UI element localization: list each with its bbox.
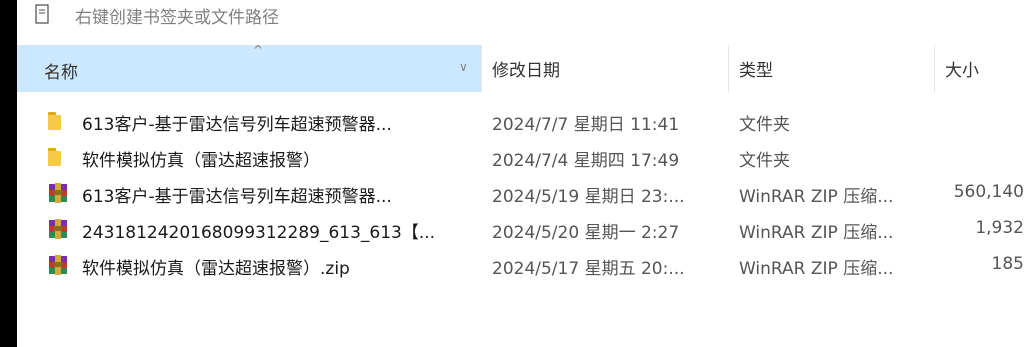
file-name: 软件模拟仿真（雷达超速报警） [82, 151, 320, 171]
file-date: 2024/7/7 星期日 11:41 [492, 115, 680, 135]
file-row[interactable]: 软件模拟仿真（雷达超速报警）.zip 2024/5/17 星期五 20:... … [17, 248, 1024, 284]
file-row[interactable]: 613客户-基于雷达信号列车超速预警器... 2024/5/19 星期日 23:… [17, 176, 1024, 212]
file-type: WinRAR ZIP 压缩... [739, 223, 894, 243]
bookmark-hint-text: 右键创建书签夹或文件路径 [75, 8, 279, 28]
file-name: 613客户-基于雷达信号列车超速预警器... [82, 115, 392, 135]
file-date: 2024/7/4 星期四 17:49 [492, 151, 680, 171]
column-divider[interactable] [481, 45, 482, 92]
file-name: 24318124201680993122‌89_613_613【... [82, 223, 436, 243]
winrar-archive-icon [47, 218, 67, 240]
left-edge-strip [0, 0, 17, 347]
column-divider[interactable] [728, 45, 729, 92]
bookmark-bar[interactable]: 右键创建书签夹或文件路径 [17, 0, 1024, 34]
chevron-down-icon[interactable]: ∨ [459, 60, 468, 74]
file-name: 613客户-基于雷达信号列车超速预警器... [82, 187, 392, 207]
column-divider[interactable] [934, 45, 935, 92]
column-header-row: 名称 ^ ∨ 修改日期 类型 大小 [17, 43, 1024, 92]
sort-ascending-icon: ^ [253, 43, 264, 57]
file-name: 软件模拟仿真（雷达超速报警）.zip [82, 259, 350, 279]
file-date: 2024/5/19 星期日 23:... [492, 187, 685, 207]
file-row[interactable]: 613客户-基于雷达信号列车超速预警器... 2024/7/7 星期日 11:4… [17, 104, 1024, 140]
column-header-date[interactable]: 修改日期 [492, 45, 560, 92]
file-size: 185 [991, 254, 1024, 274]
file-explorer-window: 右键创建书签夹或文件路径 名称 ^ ∨ 修改日期 类型 大小 613客户-基于雷… [0, 0, 1024, 347]
column-header-name-label: 名称 [44, 63, 78, 83]
column-header-type-label: 类型 [739, 61, 773, 81]
column-header-size[interactable]: 大小 [945, 45, 979, 92]
bookmark-icon[interactable] [35, 4, 49, 24]
file-date: 2024/5/17 星期五 20:... [492, 259, 685, 279]
file-size: 1,932 [975, 218, 1024, 238]
column-header-type[interactable]: 类型 [739, 45, 773, 92]
winrar-archive-icon [47, 182, 67, 204]
file-date: 2024/5/20 星期一 2:27 [492, 223, 680, 243]
file-list: 613客户-基于雷达信号列车超速预警器... 2024/7/7 星期日 11:4… [17, 104, 1024, 284]
file-size: 560,140 [953, 182, 1024, 202]
folder-icon [47, 146, 67, 168]
file-row[interactable]: 24318124201680993122‌89_613_613【... 2024… [17, 212, 1024, 248]
file-type: 文件夹 [739, 151, 790, 171]
column-header-date-label: 修改日期 [492, 61, 560, 81]
file-type: WinRAR ZIP 压缩... [739, 187, 894, 207]
file-type: WinRAR ZIP 压缩... [739, 259, 894, 279]
winrar-archive-icon [47, 254, 67, 276]
folder-icon [47, 110, 67, 132]
file-row[interactable]: 软件模拟仿真（雷达超速报警） 2024/7/4 星期四 17:49 文件夹 [17, 140, 1024, 176]
file-type: 文件夹 [739, 115, 790, 135]
column-header-name[interactable]: 名称 ^ ∨ [17, 43, 481, 92]
column-header-size-label: 大小 [945, 61, 979, 81]
